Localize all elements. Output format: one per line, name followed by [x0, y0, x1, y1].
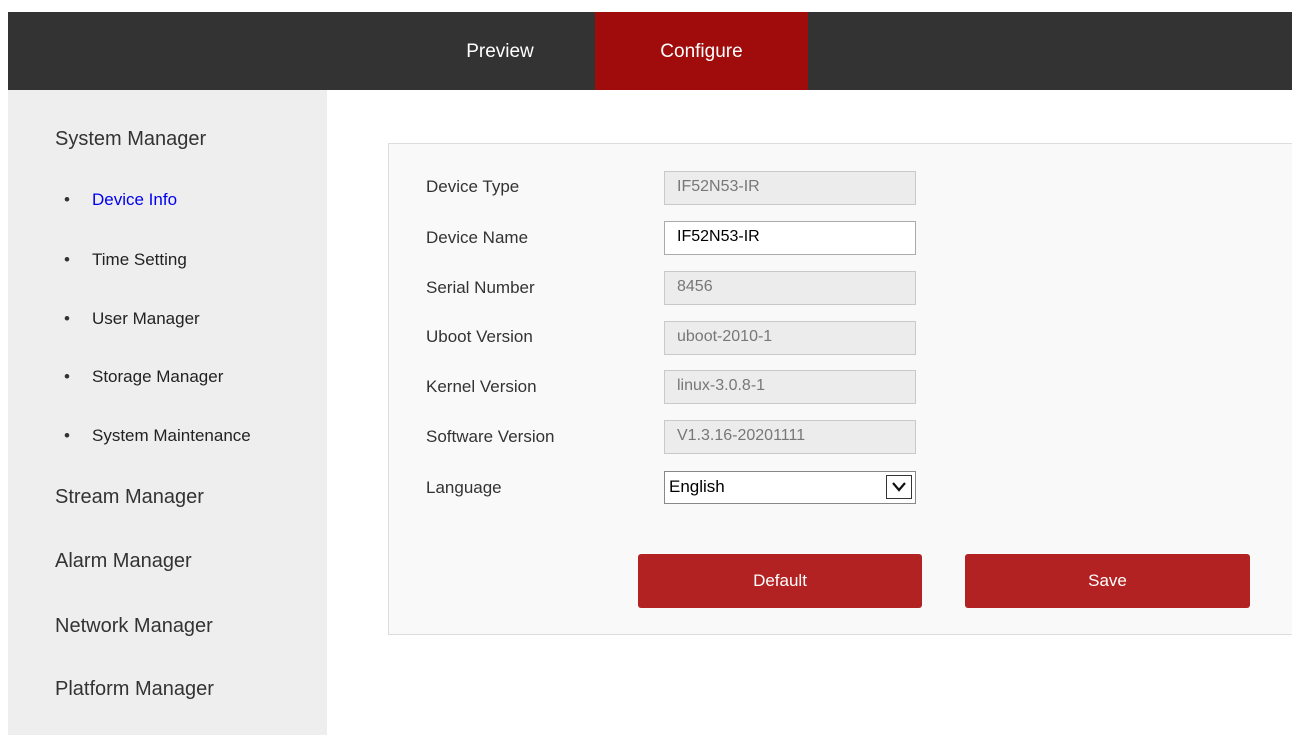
uboot-version-field: uboot-2010-1	[664, 321, 916, 355]
software-version-label: Software Version	[426, 427, 555, 446]
software-version-field: V1.3.16-20201111	[664, 420, 916, 454]
tab-preview[interactable]: Preview	[425, 12, 575, 90]
device-type-field: IF52N53-IR	[664, 171, 916, 205]
sidebar-item-label: Storage Manager	[92, 367, 224, 386]
sidebar-group-platform-manager[interactable]: Platform Manager	[55, 678, 214, 701]
device-type-label: Device Type	[426, 177, 520, 196]
bullet-icon: •	[64, 190, 70, 209]
serial-number-field: 8456	[664, 271, 916, 305]
kernel-version-label: Kernel Version	[426, 377, 537, 396]
sidebar-item-label: Time Setting	[92, 250, 187, 269]
sidebar-group-stream-manager[interactable]: Stream Manager	[55, 486, 204, 509]
bullet-icon: •	[64, 250, 70, 269]
sidebar-item-label: System Maintenance	[92, 426, 251, 445]
language-select[interactable]: English	[664, 471, 916, 504]
sidebar-group-alarm-manager[interactable]: Alarm Manager	[55, 550, 192, 573]
sidebar-item-device-info[interactable]: • Device Info	[64, 190, 177, 210]
sidebar-group-network-manager[interactable]: Network Manager	[55, 615, 213, 638]
chevron-down-icon[interactable]	[886, 475, 912, 499]
uboot-version-label: Uboot Version	[426, 327, 533, 346]
sidebar-item-storage-manager[interactable]: • Storage Manager	[64, 367, 223, 387]
bullet-icon: •	[64, 309, 70, 328]
device-name-label: Device Name	[426, 228, 529, 247]
bullet-icon: •	[64, 367, 70, 386]
kernel-version-field: linux-3.0.8-1	[664, 370, 916, 404]
language-label: Language	[426, 478, 502, 497]
language-select-value: English	[669, 477, 725, 496]
serial-number-label: Serial Number	[426, 278, 535, 297]
sidebar-item-label: User Manager	[92, 309, 200, 328]
default-button[interactable]: Default	[638, 554, 922, 608]
sidebar-group-system-manager[interactable]: System Manager	[55, 128, 206, 151]
tab-configure[interactable]: Configure	[595, 12, 808, 90]
save-button[interactable]: Save	[965, 554, 1250, 608]
sidebar-item-system-maintenance[interactable]: • System Maintenance	[64, 426, 251, 446]
bullet-icon: •	[64, 426, 70, 445]
sidebar-item-label: Device Info	[92, 190, 178, 209]
sidebar	[8, 90, 327, 735]
top-nav-bar: Preview Configure	[8, 12, 1292, 90]
device-name-field[interactable]: IF52N53-IR	[664, 221, 916, 255]
sidebar-item-user-manager[interactable]: • User Manager	[64, 309, 200, 329]
sidebar-item-time-setting[interactable]: • Time Setting	[64, 250, 187, 270]
